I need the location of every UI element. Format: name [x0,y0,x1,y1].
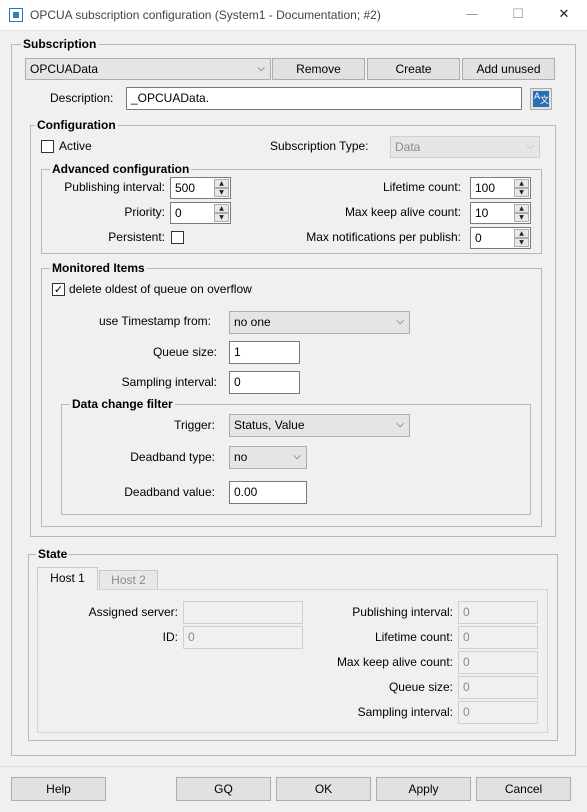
configuration-legend: Configuration [35,118,118,132]
monitored-items-legend: Monitored Items [50,261,147,275]
assigned-server-field [183,601,303,624]
help-button[interactable]: Help [11,777,106,801]
maximize-button[interactable]: ☐ [495,0,541,31]
id-label: ID: [162,630,178,644]
description-field[interactable]: _OPCUAData. [126,87,522,110]
state-max-keep-alive-label: Max keep alive count: [336,655,453,669]
add-unused-button[interactable]: Add unused [462,58,555,80]
subscription-type-select[interactable]: Data ⌵ [390,136,540,158]
cancel-button[interactable]: Cancel [476,777,571,801]
publishing-interval-spinner[interactable]: 500 ▲ ▼ [170,177,231,199]
state-publishing-interval-field: 0 [458,601,538,624]
spin-down-icon[interactable]: ▼ [214,188,229,197]
apply-button[interactable]: Apply [376,777,471,801]
state-queue-size-label: Queue size: [388,680,453,694]
trigger-value: Status, Value [234,418,305,432]
deadband-value-label: Deadband value: [124,485,215,499]
lifetime-count-value: 100 [475,181,496,195]
state-sampling-interval-field: 0 [458,701,538,724]
publishing-interval-label: Publishing interval: [64,180,165,194]
subscription-type-value: Data [395,140,421,154]
spin-up-icon[interactable]: ▲ [514,204,529,213]
subscription-legend: Subscription [21,37,99,51]
title-bar: OPCUA subscription configuration (System… [0,0,587,31]
subscription-select-value: OPCUAData [30,62,99,76]
state-max-keep-alive-field: 0 [458,651,538,674]
chevron-down-icon: ⌵ [396,316,404,327]
sampling-interval-field[interactable]: 0 [229,371,300,394]
max-notifications-label: Max notifications per publish: [306,230,461,244]
priority-spinner[interactable]: 0 ▲ ▼ [170,202,231,224]
queue-size-label: Queue size: [152,345,217,359]
timestamp-label: use Timestamp from: [98,314,211,328]
priority-value: 0 [175,206,182,220]
trigger-label: Trigger: [174,418,215,432]
persistent-checkbox[interactable] [171,231,184,244]
ok-button[interactable]: OK [276,777,371,801]
deadband-type-select[interactable]: no ⌵ [229,446,307,469]
publishing-interval-value: 500 [175,181,196,195]
lifetime-count-label: Lifetime count: [382,180,461,194]
tab-host-1[interactable]: Host 1 [37,567,98,590]
app-icon [9,8,23,22]
state-lifetime-count-field: 0 [458,626,538,649]
priority-label: Priority: [124,205,165,219]
tab-host-2[interactable]: Host 2 [99,570,158,589]
queue-size-field[interactable]: 1 [229,341,300,364]
chevron-down-icon: ⌵ [257,63,265,74]
footer-divider [0,766,587,767]
spin-down-icon[interactable]: ▼ [514,213,529,222]
max-keep-alive-value: 10 [475,206,489,220]
max-notifications-value: 0 [475,231,482,245]
chevron-down-icon: ⌵ [526,141,534,152]
spin-up-icon[interactable]: ▲ [214,179,229,188]
max-keep-alive-label: Max keep alive count: [344,205,461,219]
spin-up-icon[interactable]: ▲ [514,179,529,188]
state-lifetime-count-label: Lifetime count: [374,630,453,644]
delete-oldest-label: delete oldest of queue on overflow [69,282,252,296]
lifetime-count-spinner[interactable]: 100 ▲ ▼ [470,177,531,199]
state-sampling-interval-label: Sampling interval: [357,705,453,719]
deadband-value-field[interactable]: 0.00 [229,481,307,504]
description-label: Description: [50,91,114,105]
spin-down-icon[interactable]: ▼ [514,188,529,197]
spin-up-icon[interactable]: ▲ [214,204,229,213]
close-button[interactable]: ✕ [541,0,587,31]
window-title: OPCUA subscription configuration (System… [30,8,381,22]
translate-icon: A 文 [533,91,549,107]
deadband-type-label: Deadband type: [130,450,215,464]
trigger-select[interactable]: Status, Value ⌵ [229,414,410,437]
state-queue-size-field: 0 [458,676,538,699]
chevron-down-icon: ⌵ [396,419,404,430]
max-notifications-spinner[interactable]: 0 ▲ ▼ [470,227,531,249]
minimize-button[interactable]: — [449,0,495,31]
assigned-server-label: Assigned server: [88,605,178,619]
state-publishing-interval-label: Publishing interval: [352,605,453,619]
deadband-type-value: no [234,450,248,464]
active-checkbox[interactable] [41,140,54,153]
check-icon: ✓ [53,283,64,296]
persistent-label: Persistent: [108,230,165,244]
data-change-filter-legend: Data change filter [70,397,175,411]
id-field: 0 [183,626,303,649]
state-legend: State [36,547,70,561]
spin-down-icon[interactable]: ▼ [514,238,529,247]
gq-button[interactable]: GQ [176,777,271,801]
remove-button[interactable]: Remove [272,58,365,80]
advanced-configuration-legend: Advanced configuration [50,162,192,176]
timestamp-select[interactable]: no one ⌵ [229,311,410,334]
active-label: Active [59,139,92,153]
chevron-down-icon: ⌵ [293,451,301,462]
spin-down-icon[interactable]: ▼ [214,213,229,222]
subscription-select[interactable]: OPCUAData ⌵ [25,58,271,80]
sampling-interval-label: Sampling interval: [121,375,217,389]
max-keep-alive-spinner[interactable]: 10 ▲ ▼ [470,202,531,224]
translate-icon-cjk: 文 [540,96,550,106]
translate-button[interactable]: A 文 [530,88,552,110]
timestamp-value: no one [234,315,271,329]
spin-up-icon[interactable]: ▲ [514,229,529,238]
subscription-type-label: Subscription Type: [270,139,369,153]
create-button[interactable]: Create [367,58,460,80]
delete-oldest-checkbox[interactable]: ✓ [52,283,65,296]
